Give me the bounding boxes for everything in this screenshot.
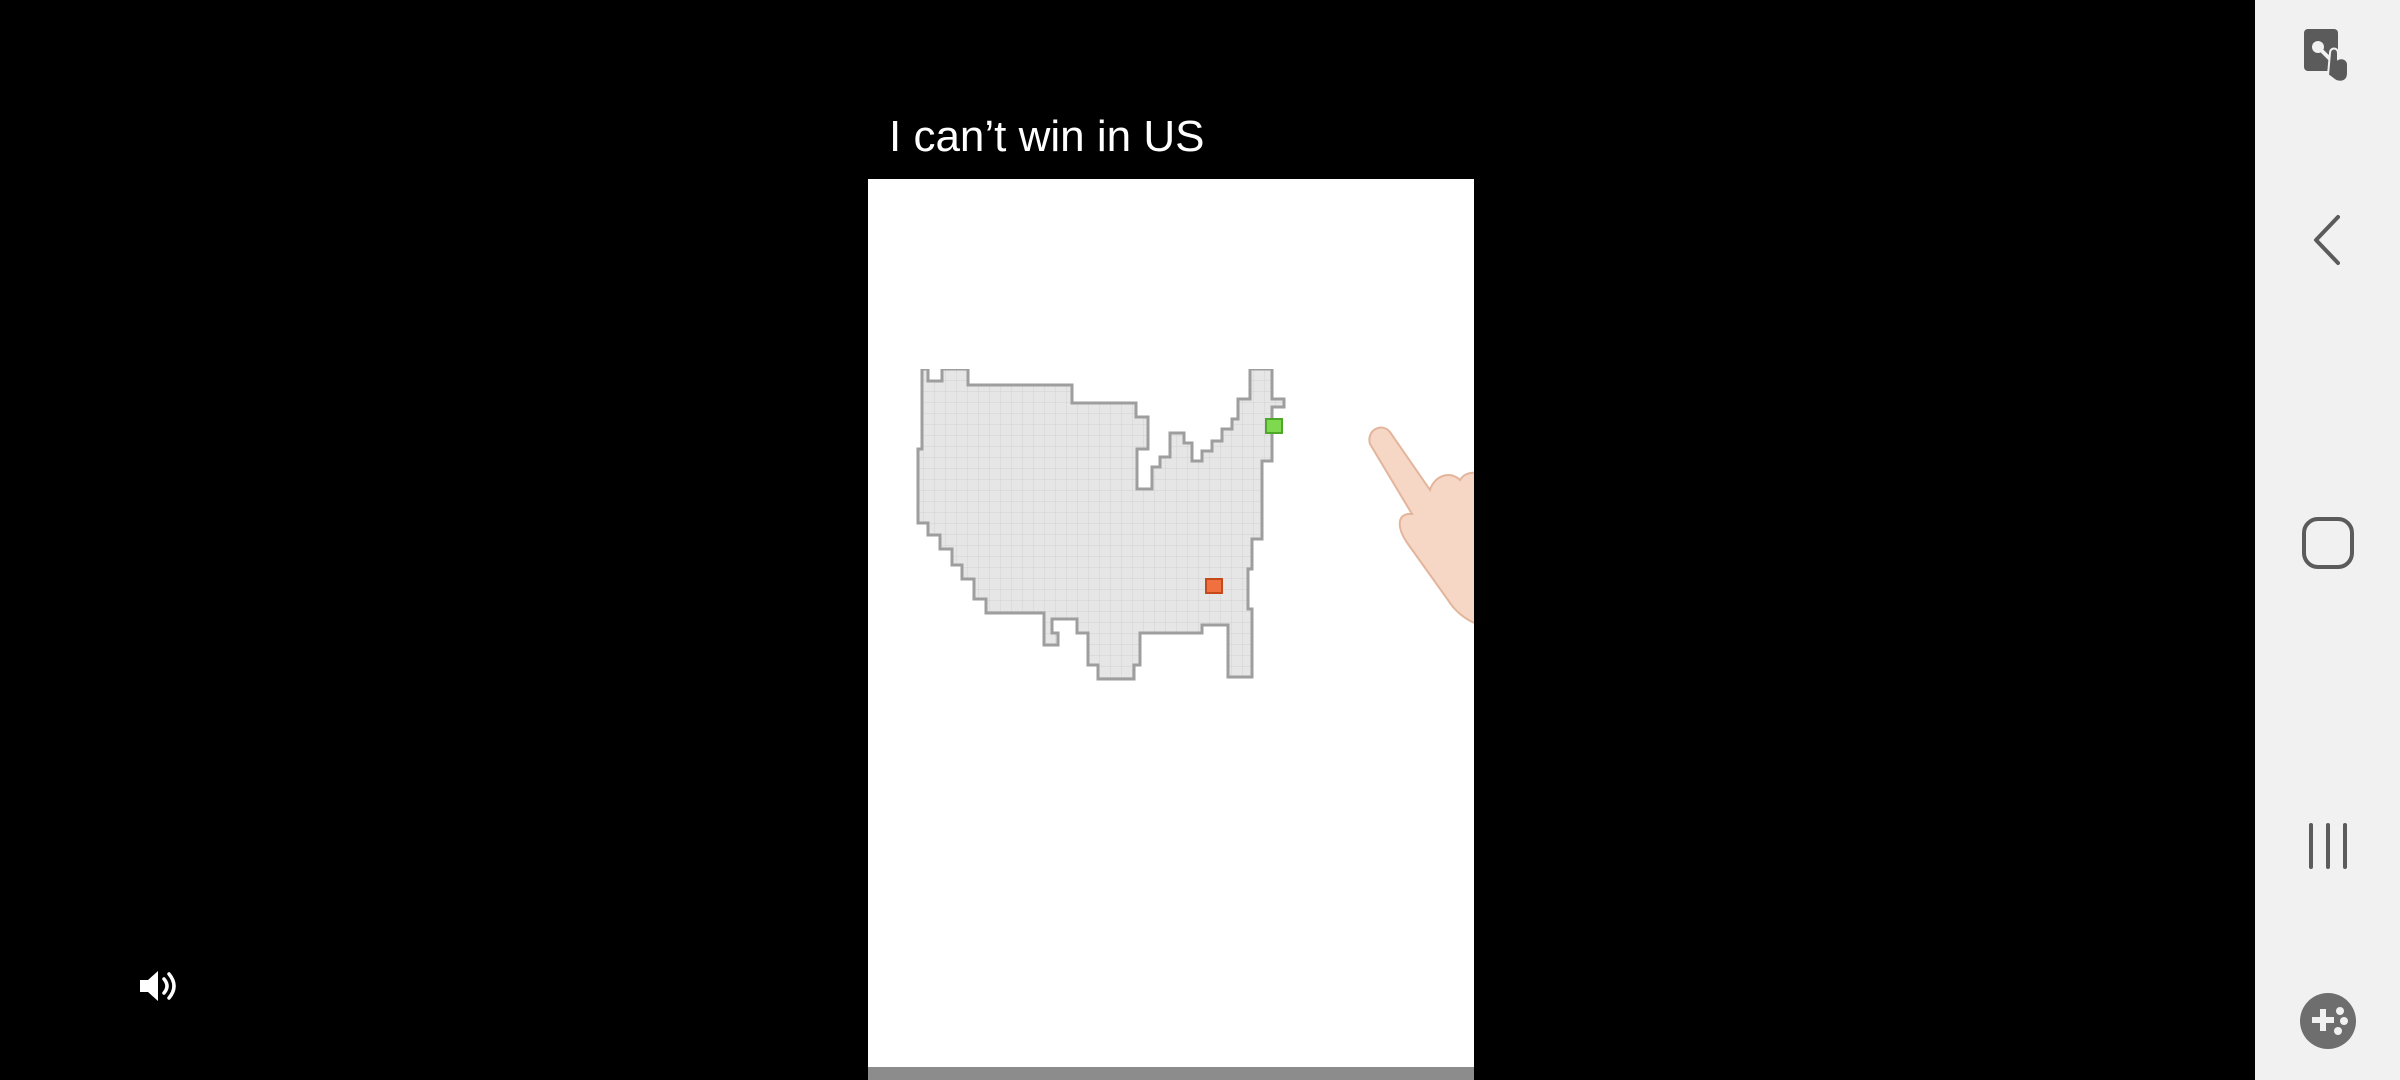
us-map-board[interactable] <box>912 369 1292 689</box>
back-button[interactable] <box>2255 200 2400 280</box>
home-button[interactable] <box>2255 503 2400 583</box>
goal-tile <box>1205 578 1223 594</box>
touch-lock-icon <box>2303 29 2349 83</box>
video-progress-bar[interactable] <box>868 1067 1474 1080</box>
volume-icon[interactable] <box>138 966 184 1006</box>
back-icon <box>2313 215 2340 265</box>
recent-apps-icon <box>2308 823 2347 869</box>
game-ad-frame[interactable] <box>868 179 1474 1080</box>
start-tile <box>1265 418 1283 434</box>
video-player[interactable]: I can’t win in US <box>0 0 2255 1080</box>
home-icon <box>2301 517 2354 569</box>
us-map-shape <box>916 369 1286 681</box>
game-tools-icon <box>2299 993 2356 1049</box>
tutorial-hand-icon <box>1368 426 1474 624</box>
system-navigation-bar <box>2255 0 2400 1080</box>
game-tools-button[interactable] <box>2255 981 2400 1061</box>
video-caption: I can’t win in US <box>889 112 1205 161</box>
touch-lock-button[interactable] <box>2255 15 2400 95</box>
recent-apps-button[interactable] <box>2255 806 2400 886</box>
